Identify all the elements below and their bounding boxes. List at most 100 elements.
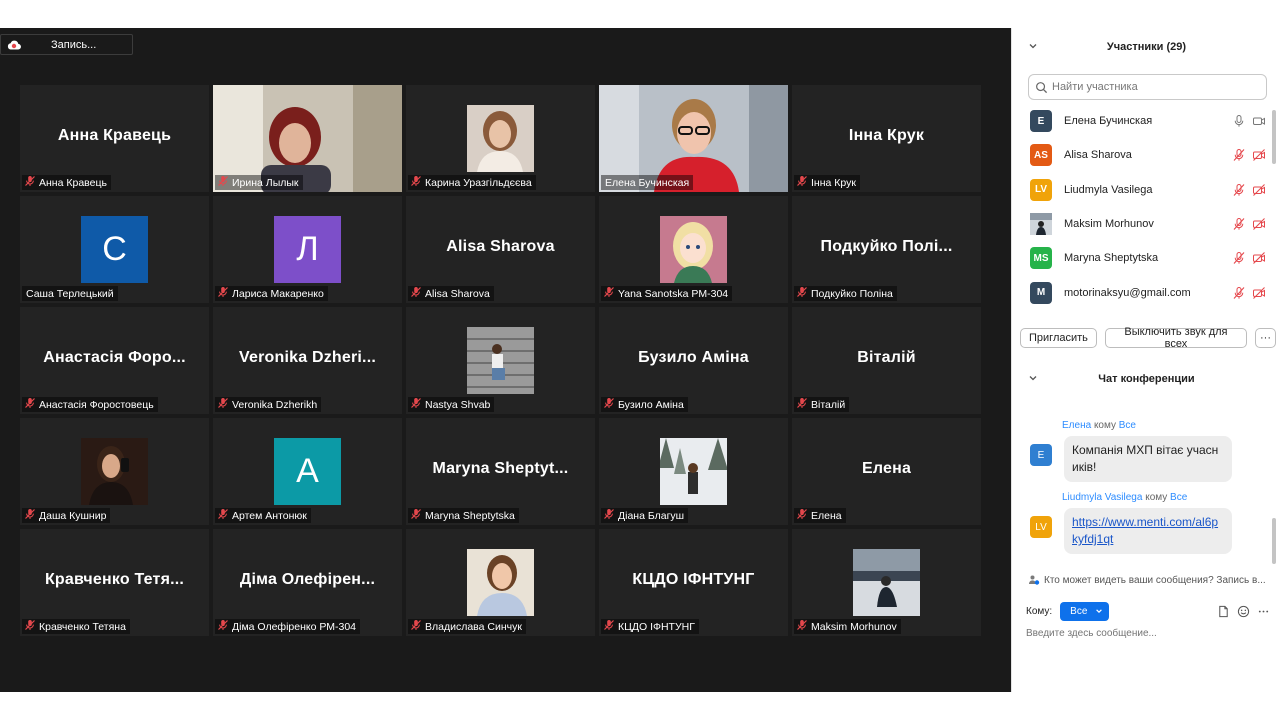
participant-row[interactable]: Maksim Morhunov <box>1028 207 1268 241</box>
participant-tile[interactable]: Maryna Sheptyt... Maryna Sheptytska <box>406 418 595 525</box>
tile-name-label: Віталій <box>794 397 850 412</box>
file-icon[interactable] <box>1217 605 1230 618</box>
participant-tile[interactable]: Yana Sanotska PM-304 <box>599 196 788 303</box>
mic-muted-icon <box>22 397 39 412</box>
tile-name-text: Елена Бучинская <box>605 176 690 189</box>
more-icon[interactable] <box>1257 605 1270 618</box>
tile-display-name: Діма Олефірен... <box>239 571 376 588</box>
participant-status-icons <box>1232 148 1266 162</box>
participant-tile[interactable]: Бузило Аміна Бузило Аміна <box>599 307 788 414</box>
participant-tile[interactable]: КЦДО ІФНТУНГ КЦДО ІФНТУНГ <box>599 529 788 636</box>
participant-tile[interactable]: Alisa Sharova Alisa Sharova <box>406 196 595 303</box>
participant-tile[interactable]: Л Лариса Макаренко <box>213 196 402 303</box>
participant-row[interactable]: Mmotorinaksyu@gmail.com <box>1028 275 1268 309</box>
chat-messages: Елена кому Все Е Компанія МХП вітає учасни… <box>1028 420 1268 564</box>
mic-muted-icon[interactable] <box>1232 286 1246 300</box>
participant-list: Е Елена Бучинская AS Alisa Sharova LV Liudmyl… <box>1028 104 1268 310</box>
chat-scrollbar[interactable] <box>1272 518 1276 564</box>
participant-row[interactable]: LV Liudmyla Vasilega <box>1028 173 1268 207</box>
chat-sender[interactable]: Елена <box>1062 420 1091 431</box>
avatar-initial: А <box>274 438 341 505</box>
participants-title: Участники (29) <box>1106 41 1187 53</box>
tile-name-label: Інна Крук <box>794 175 860 190</box>
recording-indicator[interactable]: Запись... <box>0 34 133 55</box>
more-options-button[interactable]: ··· <box>1255 328 1276 348</box>
mic-muted-icon <box>215 619 232 634</box>
tile-name-label: Лариса Макаренко <box>215 286 328 301</box>
participant-name: Alisa Sharova <box>1064 149 1132 162</box>
participant-list-scrollbar[interactable] <box>1272 110 1276 164</box>
tile-display-name: Анна Кравець <box>57 127 172 144</box>
participants-header[interactable]: Участники (29) <box>1012 36 1280 58</box>
tile-name-label: КЦДО ІФНТУНГ <box>601 619 699 634</box>
tile-name-text: Саша Терлецький <box>26 287 114 300</box>
participant-video <box>467 549 534 616</box>
chevron-down-icon[interactable] <box>1028 41 1038 51</box>
tile-name-label: Діана Благуш <box>601 508 689 523</box>
participant-tile[interactable]: Подкуйко Полі... Подкуйко Поліна <box>792 196 981 303</box>
participant-tile[interactable]: Інна Крук Інна Крук <box>792 85 981 192</box>
participant-tile[interactable]: Nastya Shvab <box>406 307 595 414</box>
participant-tile[interactable]: Анна Кравець Анна Кравець <box>20 85 209 192</box>
chat-header[interactable]: Чат конференции <box>1012 368 1280 390</box>
camera-off-icon[interactable] <box>1252 183 1266 197</box>
participant-tile[interactable]: Ирина Лылык <box>213 85 402 192</box>
participant-tile[interactable]: Veronika Dzheri... Veronika Dzherikh <box>213 307 402 414</box>
mic-muted-icon[interactable] <box>1232 148 1246 162</box>
tile-name-text: Yana Sanotska PM-304 <box>618 287 729 300</box>
tile-name-text: Alisa Sharova <box>425 287 490 300</box>
participant-row[interactable]: MS Maryna Sheptytska <box>1028 241 1268 275</box>
camera-off-icon[interactable] <box>1252 286 1266 300</box>
participant-tile[interactable]: Даша Кушнир <box>20 418 209 525</box>
mute-all-button[interactable]: Выключить звук для всех <box>1104 326 1247 350</box>
chat-message-input[interactable] <box>1026 628 1266 639</box>
mic-muted-icon <box>215 397 232 412</box>
chat-recipient-row: Кому: Все <box>1026 600 1270 622</box>
recipient-dropdown[interactable]: Все <box>1060 601 1110 621</box>
participant-row[interactable]: Е Елена Бучинская <box>1028 104 1268 138</box>
participant-tile[interactable]: Владислава Синчук <box>406 529 595 636</box>
tile-display-name: Alisa Sharova <box>446 238 555 255</box>
mic-icon[interactable] <box>1232 114 1246 128</box>
camera-off-icon[interactable] <box>1252 148 1266 162</box>
chat-recipient[interactable]: Все <box>1170 492 1187 503</box>
camera-icon[interactable] <box>1252 114 1266 128</box>
participant-tile[interactable]: Елена Бучинская <box>599 85 788 192</box>
participant-tile[interactable]: Анастасія Форо... Анастасія Форостовець <box>20 307 209 414</box>
chat-recipient[interactable]: Все <box>1119 420 1136 431</box>
camera-off-icon[interactable] <box>1252 217 1266 231</box>
chat-message-text: Компанія МХП вітає учасників! <box>1064 436 1232 482</box>
mic-muted-icon <box>408 397 425 412</box>
participant-tile[interactable]: С Саша Терлецький <box>20 196 209 303</box>
participant-tile[interactable]: Діма Олефірен... Діма Олефіренко РМ-304 <box>213 529 402 636</box>
mic-muted-icon <box>601 619 618 634</box>
chat-to-word: кому <box>1093 420 1116 431</box>
mic-muted-icon[interactable] <box>1232 251 1246 265</box>
invite-button[interactable]: Пригласить <box>1020 328 1097 348</box>
chat-message-meta: Liudmyla Vasilega кому Все <box>1062 492 1268 506</box>
chevron-down-icon[interactable] <box>1028 373 1038 383</box>
search-field[interactable]: Найти участника <box>1028 74 1267 100</box>
participant-tile[interactable]: Діана Благуш <box>599 418 788 525</box>
tile-name-label: Maksim Morhunov <box>794 619 901 634</box>
emoji-icon[interactable] <box>1237 605 1250 618</box>
tile-name-text: Кравченко Тетяна <box>39 620 126 633</box>
participant-tile[interactable]: Віталій Віталій <box>792 307 981 414</box>
participant-tile[interactable]: Елена Елена <box>792 418 981 525</box>
participant-tile[interactable]: Карина Уразгільдєєва <box>406 85 595 192</box>
mic-muted-icon[interactable] <box>1232 217 1246 231</box>
participant-row[interactable]: AS Alisa Sharova <box>1028 138 1268 172</box>
chat-visibility-note[interactable]: Кто может видеть ваши сообщения? Запись … <box>1028 574 1270 586</box>
tile-name-text: Віталій <box>811 398 846 411</box>
mic-muted-icon <box>794 508 811 523</box>
participant-tile[interactable]: А Артем Антонюк <box>213 418 402 525</box>
tile-name-text: Maryna Sheptytska <box>425 509 515 522</box>
mic-muted-icon[interactable] <box>1232 183 1246 197</box>
participant-tile[interactable]: Maksim Morhunov <box>792 529 981 636</box>
chat-link[interactable]: https://www.menti.com/al6pkyfdj1qt <box>1064 508 1232 554</box>
participant-tile[interactable]: Кравченко Тетя... Кравченко Тетяна <box>20 529 209 636</box>
chat-sender[interactable]: Liudmyla Vasilega <box>1062 492 1142 503</box>
chat-title: Чат конференции <box>1098 373 1195 385</box>
camera-off-icon[interactable] <box>1252 251 1266 265</box>
chat-message: Е Компанія МХП вітає учасників! <box>1028 436 1268 482</box>
